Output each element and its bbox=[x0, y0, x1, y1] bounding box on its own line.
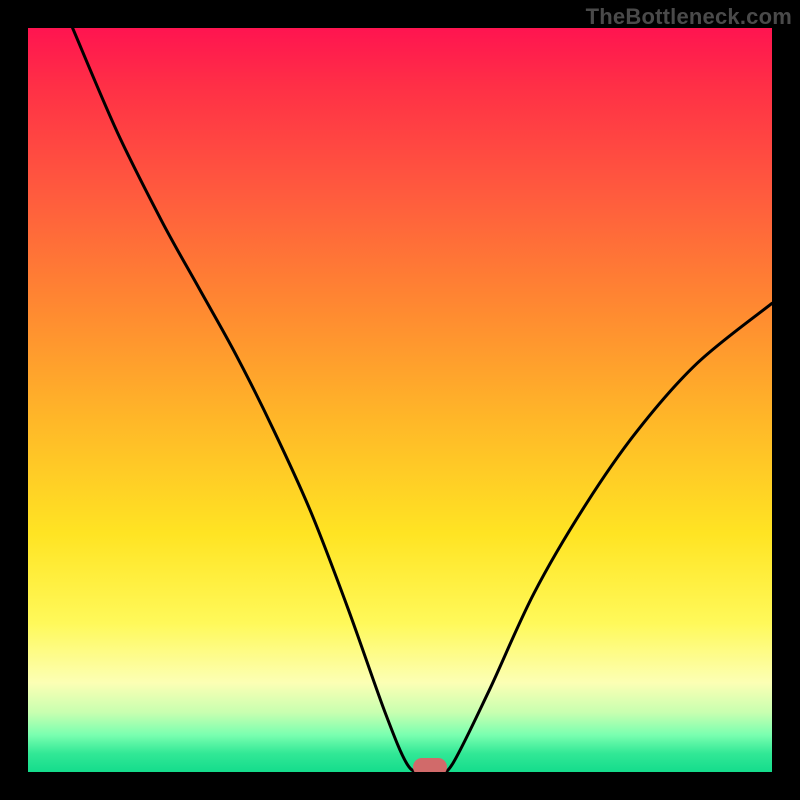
optimal-marker bbox=[413, 758, 447, 772]
watermark-text: TheBottleneck.com bbox=[586, 4, 792, 30]
chart-frame: TheBottleneck.com bbox=[0, 0, 800, 800]
curve-layer bbox=[28, 28, 772, 772]
curve-path bbox=[73, 28, 772, 772]
plot-area bbox=[28, 28, 772, 772]
